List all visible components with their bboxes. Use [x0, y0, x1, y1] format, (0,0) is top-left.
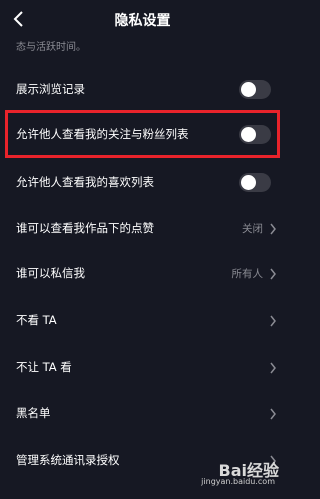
- truncated-description: 态与活跃时间。: [16, 42, 86, 53]
- toggle-knob: [241, 175, 256, 190]
- chevron-right-icon: [270, 408, 276, 420]
- chevron-right-icon: [270, 223, 276, 235]
- row-label: 管理系统通讯录授权: [16, 453, 120, 467]
- chevron-right-icon: [270, 268, 276, 280]
- allow-view-likes-row[interactable]: 允许他人查看我的喜欢列表: [0, 159, 285, 207]
- row-label: 不让 TA 看: [16, 360, 72, 374]
- page-title: 隐私设置: [114, 13, 171, 29]
- show-browsing-history-toggle[interactable]: [239, 80, 271, 99]
- who-can-see-likes-row[interactable]: 谁可以查看我作品下的点赞 关闭: [0, 205, 285, 253]
- chevron-right-icon: [270, 362, 276, 374]
- red-highlight-box: [5, 110, 280, 158]
- allow-view-likes-toggle[interactable]: [239, 173, 271, 192]
- header: 隐私设置: [0, 0, 285, 38]
- row-label: 不看 TA: [16, 313, 57, 327]
- row-label: 黑名单: [16, 406, 51, 420]
- baidu-jingyan-watermark: Bai经验 jingyan.baidu.com: [179, 457, 279, 493]
- watermark-url: jingyan.baidu.com: [201, 477, 275, 486]
- toggle-knob: [241, 82, 256, 97]
- block-ta-view-row[interactable]: 不让 TA 看: [0, 344, 285, 392]
- show-browsing-history-row[interactable]: 展示浏览记录: [0, 66, 285, 114]
- blacklist-row[interactable]: 黑名单: [0, 390, 285, 438]
- row-value: 所有人: [231, 268, 264, 280]
- row-label: 展示浏览记录: [16, 82, 85, 96]
- row-label: 谁可以查看我作品下的点赞: [16, 221, 154, 235]
- row-value: 关闭: [242, 223, 263, 235]
- chevron-right-icon: [270, 315, 276, 327]
- hide-ta-row[interactable]: 不看 TA: [0, 297, 285, 345]
- row-label: 允许他人查看我的喜欢列表: [16, 175, 154, 189]
- row-label: 谁可以私信我: [16, 266, 85, 280]
- who-can-message-row[interactable]: 谁可以私信我 所有人: [0, 250, 285, 298]
